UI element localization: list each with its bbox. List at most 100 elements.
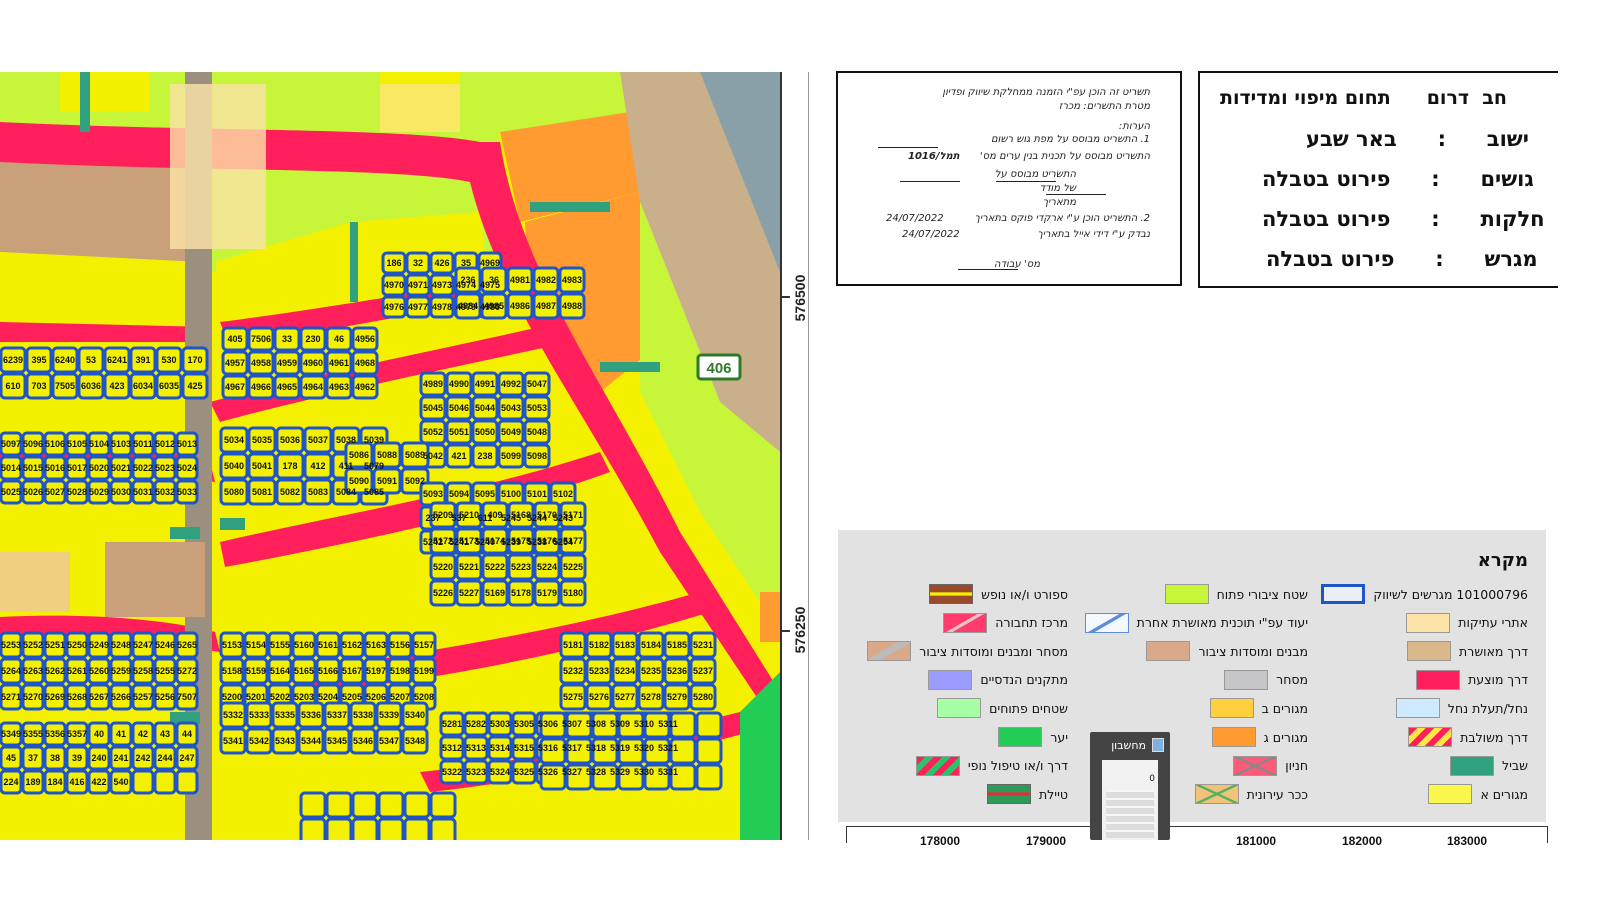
parcel-number: 5278 (641, 692, 661, 702)
legend-swatch (867, 641, 912, 662)
parcel-number: 5338 (353, 710, 373, 720)
legend-swatch (1209, 698, 1254, 719)
calculator-window[interactable]: מחשבון 0 (1090, 732, 1170, 840)
parcel-number: 5154 (246, 640, 266, 650)
parcel-lot[interactable] (351, 817, 379, 840)
coord-label-north: 576500 (792, 274, 808, 322)
parcel-number: 5013 (177, 439, 197, 449)
parcel-lot[interactable] (429, 817, 457, 840)
parcel-number: 46 (334, 334, 344, 344)
legend-item: ככר עירונית (1194, 784, 1308, 805)
parcel-number: 5209 (433, 510, 453, 520)
parcel-lot[interactable] (377, 791, 405, 819)
parcel-number: 5090 (349, 476, 369, 486)
parcel-number: 5181 (563, 640, 583, 650)
parcel-number: 412 (310, 461, 325, 471)
parcel-lot[interactable] (377, 817, 405, 840)
coord-tick-north (780, 296, 790, 298)
parcel-lot[interactable] (429, 791, 457, 819)
parcel-lot[interactable] (325, 791, 353, 819)
parcel-number: 5231 (693, 640, 713, 650)
parcel-number: 5162 (342, 640, 362, 650)
title-row-4: פירוט בטבלה : חלקות (1262, 207, 1545, 231)
parcel-number: 7506 (251, 334, 271, 344)
legend-item: חניון (1233, 755, 1308, 776)
parcel-number: 5262 (45, 666, 65, 676)
parcel-number: 4977 (408, 302, 428, 312)
parcel-lot[interactable] (403, 817, 431, 840)
parcel-number: 5356 (45, 729, 65, 739)
parcel-lot[interactable] (131, 769, 155, 795)
parcel-lot[interactable] (325, 817, 353, 840)
parcel-lot[interactable] (403, 791, 431, 819)
parcel-number: 5180 (563, 588, 583, 598)
parcel-number: 5198 (390, 666, 410, 676)
parcel-number: 5210 (459, 510, 479, 520)
legend-swatch (928, 669, 973, 690)
legend-label: מגורים ב (1261, 700, 1308, 716)
legend-swatch (1321, 584, 1366, 604)
parcel-number: 5091 (377, 476, 397, 486)
legend-item: מתקנים הנדסיים (928, 669, 1068, 690)
parcel-lot[interactable] (695, 737, 723, 765)
parcel-number: 5225 (563, 562, 583, 572)
legend-item: שביל (1450, 755, 1528, 776)
parcel-number: 6239 (3, 355, 23, 365)
parcel-number: 5177 (563, 536, 583, 546)
parcel-lot[interactable] (153, 769, 177, 795)
parcel-number: 53 (86, 355, 96, 365)
legend-panel: מקרא 101000796 מגרשים לשיווק אתרי עתיקות ד… (838, 530, 1546, 822)
parcel-number: 5224 (537, 562, 557, 572)
parcel-number: 5175 (511, 536, 531, 546)
title-value-1: תחום מיפוי ומדידות (1220, 87, 1391, 109)
legend-title: מקרא (1477, 550, 1528, 571)
note-date-2: 24/07/2022 (902, 229, 960, 240)
parcel-number: 5307 (562, 719, 582, 729)
parcel-number: 5275 (563, 692, 583, 702)
parcel-number: 241 (113, 753, 128, 763)
parcel-number: 421 (451, 451, 466, 461)
parcel-number: 32 (413, 258, 423, 268)
legend-item: ספורט ו/או נופש (929, 584, 1068, 604)
parcel-lot[interactable] (695, 763, 723, 791)
legend-swatch (1084, 612, 1129, 633)
legend-item: יער (998, 727, 1068, 747)
parcel-number: 43 (160, 729, 170, 739)
parcel-number: 5169 (485, 588, 505, 598)
parcel-lot[interactable] (695, 711, 723, 739)
parcel-number: 5339 (379, 710, 399, 720)
calculator-display: 0 (1149, 774, 1155, 784)
parcel-number: 5276 (589, 692, 609, 702)
parcel-number: 5260 (89, 666, 109, 676)
parcel-number: 4960 (303, 358, 323, 368)
calculator-titlebar[interactable]: מחשבון (1090, 732, 1170, 758)
legend-item: דרך ו/או טיפול נופי (915, 755, 1068, 776)
parcel-number: 5280 (693, 692, 713, 702)
legend-label: מסחר (1276, 672, 1308, 688)
parcel-lot[interactable] (299, 817, 327, 840)
parcel-number: 416 (69, 777, 84, 787)
parcel-number: 610 (5, 381, 20, 391)
parcel-lot[interactable] (299, 791, 327, 819)
note-date-1: 24/07/2022 (886, 213, 944, 224)
parcel-number: 5235 (641, 666, 661, 676)
parcel-number: 6036 (81, 381, 101, 391)
parcel-number: 5089 (405, 450, 425, 460)
parcel-number: 5173 (459, 536, 479, 546)
title-sep-2: : (1437, 127, 1446, 151)
site-map[interactable]: 6239 395 6240 53 6241 391 530 170 610 703 7505 6036… (0, 72, 780, 840)
parcel-number: 5171 (563, 510, 583, 520)
parcel-number: 5222 (485, 562, 505, 572)
parcel-number: 5027 (45, 487, 65, 497)
parcel-lot[interactable] (175, 769, 199, 795)
parcel-number: 4961 (329, 358, 349, 368)
parcel-number: 422 (91, 777, 106, 787)
title-row-1: תחום מיפוי ומדידות חב דרום (1220, 87, 1507, 109)
legend-swatch (1408, 727, 1453, 747)
parcel-number: 5323 (466, 767, 486, 777)
parcel-number: 5311 (658, 719, 678, 729)
parcel-number: 5279 (667, 692, 687, 702)
parcel-number: 4962 (355, 382, 375, 392)
parcel-lot[interactable] (351, 791, 379, 819)
parcel-number: 238 (477, 451, 492, 461)
